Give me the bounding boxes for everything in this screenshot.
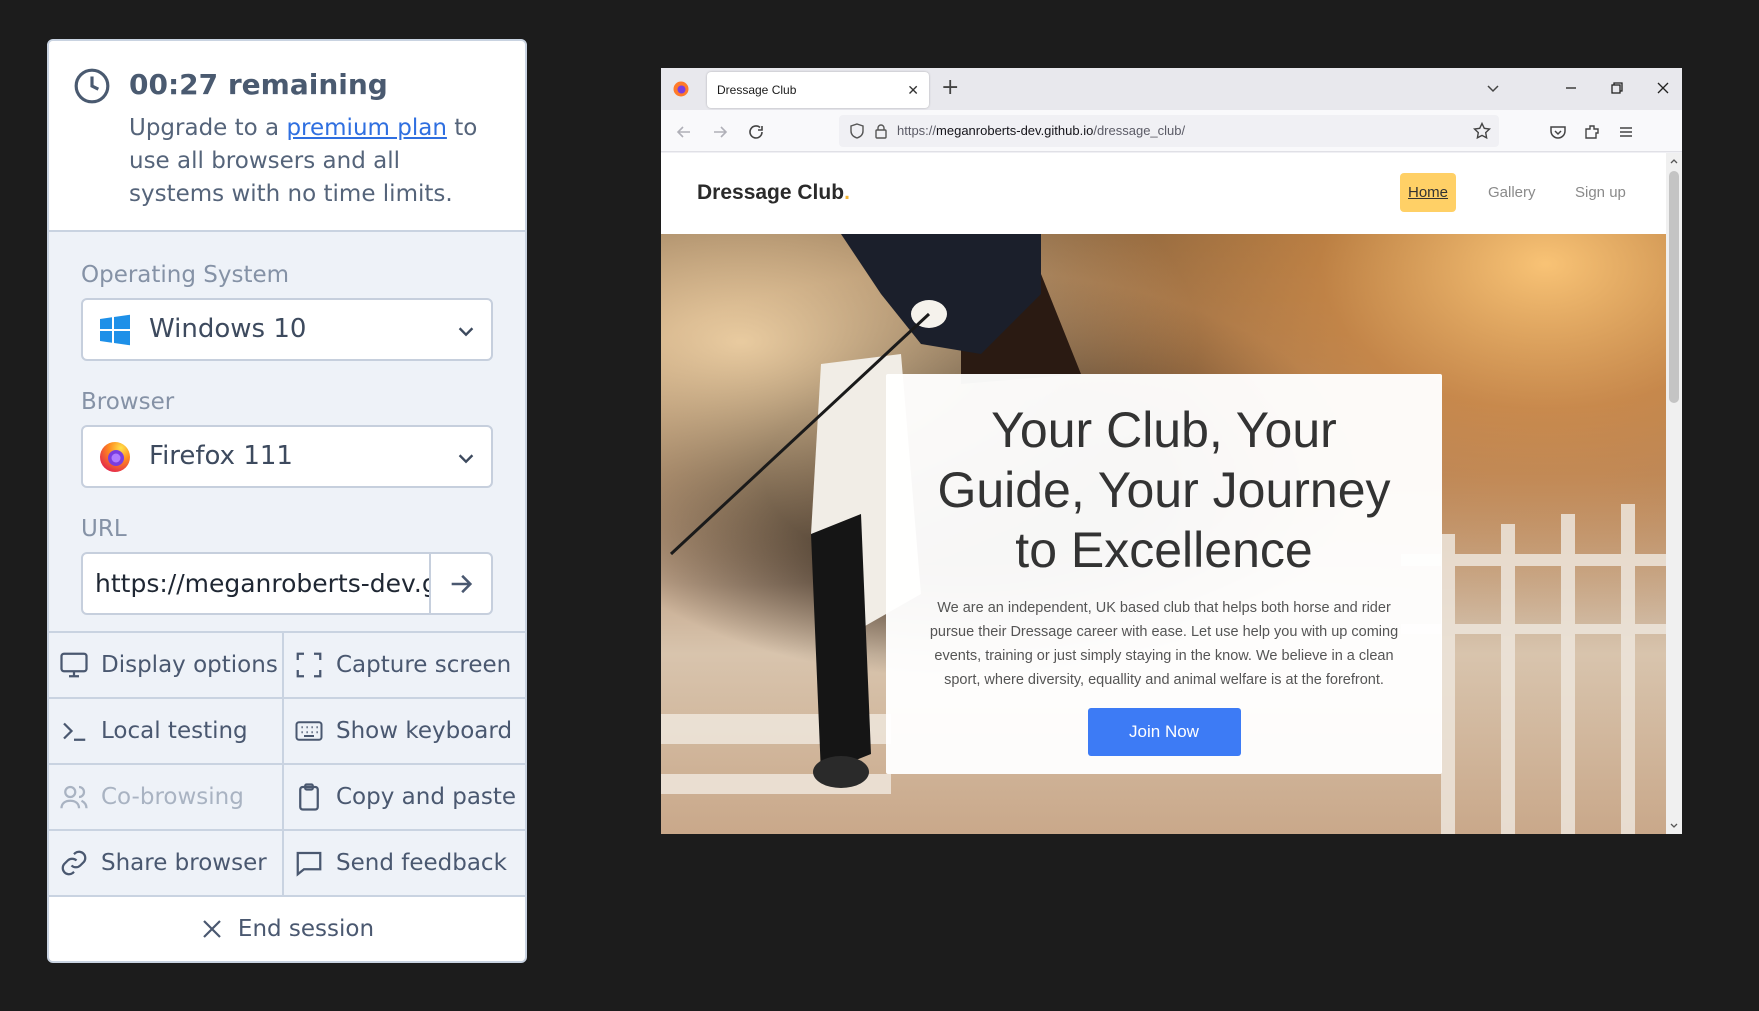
nav-home[interactable]: Home bbox=[1400, 173, 1457, 212]
url-field-group bbox=[81, 552, 493, 615]
send-feedback-button[interactable]: Send feedback bbox=[284, 831, 525, 897]
url-input[interactable] bbox=[83, 554, 431, 613]
keyboard-icon bbox=[295, 721, 323, 741]
page-scrollbar[interactable] bbox=[1666, 153, 1682, 834]
address-text: https://meganroberts-dev.github.io/dress… bbox=[897, 123, 1186, 138]
capture-screen-button[interactable]: Capture screen bbox=[284, 633, 525, 699]
scroll-up-icon[interactable] bbox=[1669, 156, 1679, 166]
copy-paste-button[interactable]: Copy and paste bbox=[284, 765, 525, 831]
chevron-down-icon bbox=[458, 454, 474, 464]
tab-dressage-club[interactable]: Dressage Club ✕ bbox=[707, 72, 929, 108]
menu-icon[interactable] bbox=[1617, 123, 1635, 141]
users-icon bbox=[60, 785, 88, 809]
web-page: Dressage Club. Home Gallery Sign up Your… bbox=[661, 153, 1666, 834]
share-browser-button[interactable]: Share browser bbox=[49, 831, 284, 897]
address-bar[interactable]: https://meganroberts-dev.github.io/dress… bbox=[839, 115, 1499, 147]
os-label: Operating System bbox=[81, 262, 290, 288]
back-icon[interactable] bbox=[675, 123, 693, 141]
action-grid: Display options Capture screen Local tes… bbox=[49, 633, 525, 897]
os-select[interactable]: Windows 10 bbox=[81, 298, 493, 361]
navigation-toolbar: https://meganroberts-dev.github.io/dress… bbox=[661, 110, 1682, 152]
site-logo[interactable]: Dressage Club. bbox=[697, 181, 850, 205]
new-tab-icon[interactable]: + bbox=[941, 76, 959, 100]
chat-bubble-icon bbox=[296, 851, 322, 877]
hero-description: We are an independent, UK based club tha… bbox=[929, 600, 1399, 688]
tab-close-icon[interactable]: ✕ bbox=[907, 72, 919, 108]
forward-icon[interactable] bbox=[711, 123, 729, 141]
clock-icon bbox=[74, 68, 110, 104]
link-icon bbox=[61, 850, 87, 876]
upgrade-message: Upgrade to a premium plan to use all bro… bbox=[129, 115, 478, 207]
bookmark-star-icon[interactable] bbox=[1473, 122, 1491, 140]
show-keyboard-button[interactable]: Show keyboard bbox=[284, 699, 525, 765]
chevron-down-icon bbox=[458, 327, 474, 337]
clipboard-icon bbox=[299, 783, 319, 811]
monitor-icon bbox=[60, 652, 88, 678]
join-now-button[interactable]: Join Now bbox=[1087, 708, 1241, 756]
pocket-icon[interactable] bbox=[1549, 123, 1567, 141]
extensions-icon[interactable] bbox=[1583, 123, 1601, 141]
hero-title: Your Club, Your Guide, Your Journey to E… bbox=[937, 402, 1391, 578]
chevron-down-icon[interactable] bbox=[1485, 80, 1501, 96]
url-label: URL bbox=[81, 516, 127, 542]
session-panel: 00:27 remaining Upgrade to a premium pla… bbox=[47, 39, 527, 963]
timer-section: 00:27 remaining Upgrade to a premium pla… bbox=[49, 41, 525, 232]
end-session-button[interactable]: End session bbox=[49, 897, 525, 961]
reload-icon[interactable] bbox=[747, 123, 765, 141]
firefox-icon[interactable] bbox=[673, 81, 689, 97]
session-config: Operating System Windows 10 Browser Fire… bbox=[49, 232, 525, 633]
close-window-icon[interactable] bbox=[1655, 80, 1671, 96]
hero-card: Your Club, Your Guide, Your Journey to E… bbox=[886, 374, 1442, 774]
nav-sign-up[interactable]: Sign up bbox=[1567, 173, 1634, 212]
remote-browser-window: Dressage Club ✕ + https://meganroberts-d… bbox=[661, 68, 1682, 834]
premium-plan-link[interactable]: premium plan bbox=[286, 115, 446, 141]
shield-icon[interactable] bbox=[849, 123, 865, 139]
firefox-icon bbox=[100, 442, 130, 472]
nav-gallery[interactable]: Gallery bbox=[1480, 173, 1544, 212]
co-browsing-button[interactable]: Co-browsing bbox=[49, 765, 284, 831]
scroll-down-icon[interactable] bbox=[1669, 821, 1679, 831]
hero-section: Your Club, Your Guide, Your Journey to E… bbox=[661, 234, 1666, 834]
time-remaining: 00:27 remaining bbox=[129, 68, 388, 101]
scrollbar-thumb[interactable] bbox=[1669, 171, 1679, 403]
close-icon bbox=[203, 920, 221, 938]
browser-select[interactable]: Firefox 111 bbox=[81, 425, 493, 488]
minimize-icon[interactable] bbox=[1563, 80, 1579, 96]
restore-icon[interactable] bbox=[1609, 80, 1625, 96]
windows-icon bbox=[100, 314, 130, 346]
site-header: Dressage Club. Home Gallery Sign up bbox=[661, 153, 1666, 234]
local-testing-button[interactable]: Local testing bbox=[49, 699, 284, 765]
go-button[interactable] bbox=[429, 554, 491, 613]
arrow-right-icon bbox=[451, 574, 473, 593]
tab-bar: Dressage Club ✕ + bbox=[661, 68, 1682, 110]
terminal-icon bbox=[63, 722, 86, 741]
lock-icon[interactable] bbox=[873, 123, 889, 139]
display-options-button[interactable]: Display options bbox=[49, 633, 284, 699]
capture-frame-icon bbox=[296, 652, 322, 678]
browser-label: Browser bbox=[81, 389, 175, 415]
